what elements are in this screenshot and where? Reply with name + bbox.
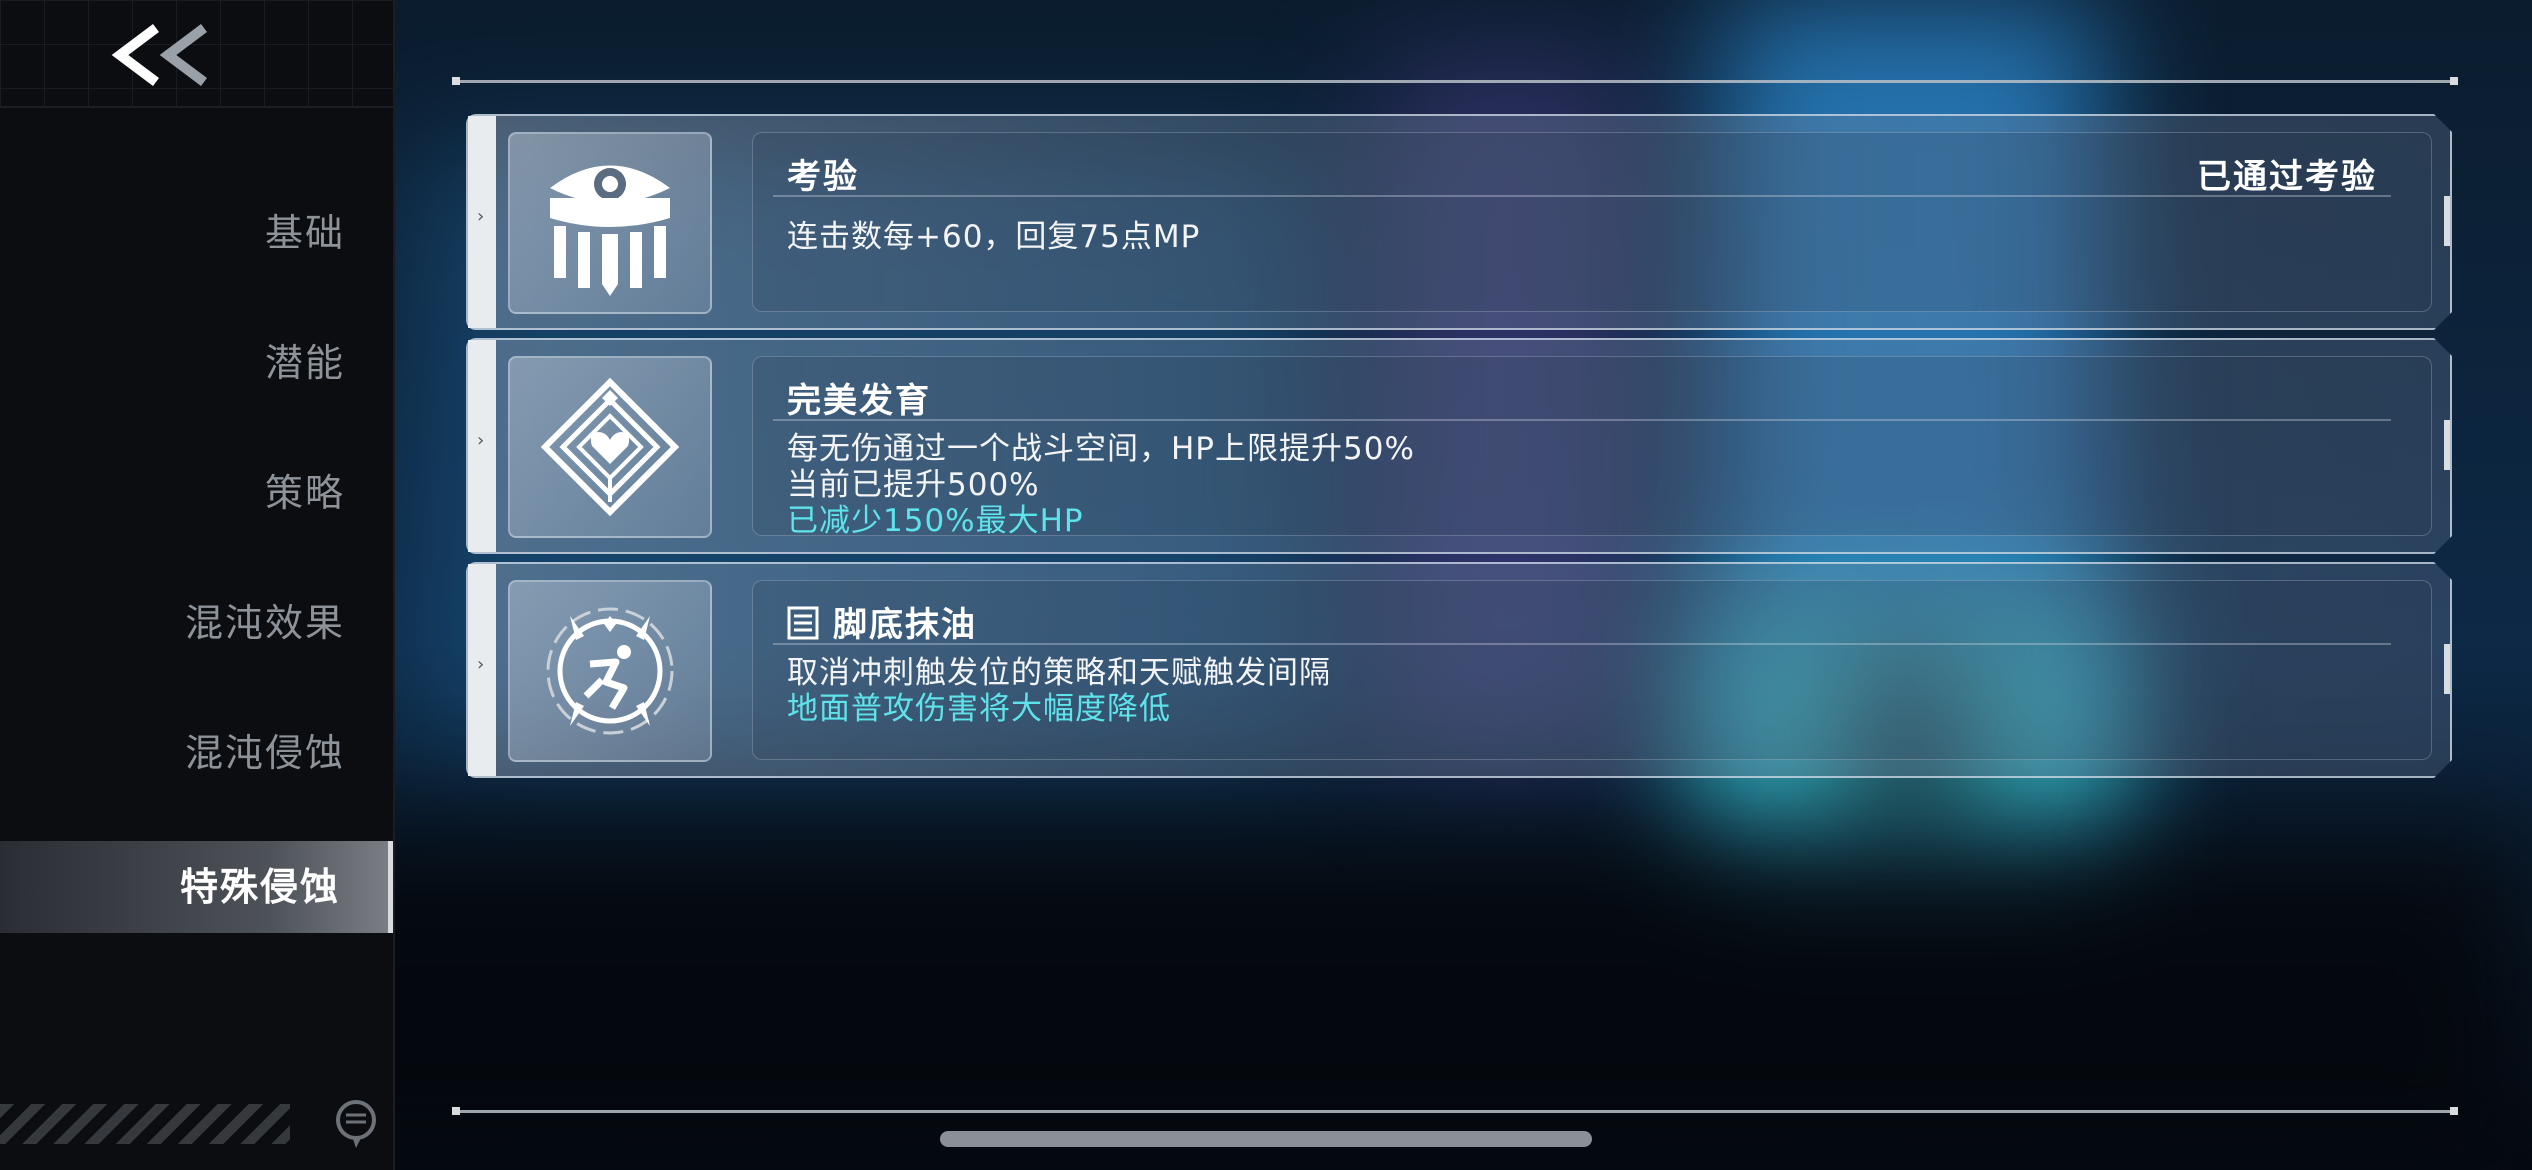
card-title: 脚底抹油 [833, 605, 977, 645]
card-body: 完美发育 每无伤通过一个战斗空间，HP上限提升50% 当前已提升500% 已减少… [752, 356, 2432, 536]
eye-crest-icon [540, 148, 680, 298]
top-frame-line [452, 77, 2458, 85]
chevron-right-icon: › [477, 430, 485, 451]
chevron-right-icon: › [477, 654, 485, 675]
card-edge-notch [2444, 196, 2450, 246]
diamond-heart-icon [540, 372, 680, 522]
home-indicator[interactable] [940, 1131, 1592, 1147]
sidebar: 基础 潜能 策略 混沌效果 混沌侵蚀 特殊侵蚀 [0, 0, 395, 1170]
dash-runner-icon [540, 596, 680, 746]
sidebar-item-chaos-erosion[interactable]: 混沌侵蚀 [185, 707, 345, 799]
sidebar-item-chaos-effect[interactable]: 混沌效果 [185, 577, 345, 669]
card-expand-tab[interactable]: › [468, 340, 496, 552]
card-title-row: 脚底抹油 [787, 597, 977, 646]
sidebar-item-special-erosion[interactable]: 特殊侵蚀 [0, 841, 393, 933]
card-body: 脚底抹油 取消冲刺触发位的策略和天赋触发间隔 地面普攻伤害将大幅度降低 [752, 580, 2432, 760]
chat-bubble-icon[interactable] [332, 1098, 380, 1150]
status-badge: 已通过考验 [2197, 157, 2377, 197]
card-title: 考验 [787, 157, 859, 197]
sidebar-item-strategy[interactable]: 策略 [265, 447, 345, 539]
card-icon-frame [508, 580, 712, 762]
card-icon-frame [508, 132, 712, 314]
card-title: 完美发育 [787, 381, 931, 421]
book-icon [787, 606, 819, 640]
double-chevron-left-icon [111, 24, 207, 86]
card-divider [773, 643, 2391, 645]
card-edge-notch [2444, 420, 2450, 470]
card-divider [773, 195, 2391, 197]
card-body: 考验 已通过考验 连击数每+60，回复75点MP [752, 132, 2432, 312]
card-icon-frame [508, 356, 712, 538]
back-button[interactable] [108, 20, 218, 90]
card-highlight: 地面普攻伤害将大幅度降低 [787, 691, 1171, 727]
card-expand-tab[interactable]: › [468, 564, 496, 776]
sidebar-item-potential[interactable]: 潜能 [265, 317, 345, 409]
card-description: 连击数每+60，回复75点MP [787, 219, 1201, 255]
erosion-card-perfect-growth[interactable]: › 完美发育 每无伤通过一个战斗空间，HP上限提升50% 当前已提升500% 已… [466, 338, 2452, 554]
erosion-card-trial[interactable]: › 考验 已通过考验 连击数每+60，回复75点MP [466, 114, 2452, 330]
decorative-stripes [0, 1104, 290, 1144]
sidebar-item-basic[interactable]: 基础 [265, 187, 345, 279]
bottom-frame-line [452, 1107, 2458, 1115]
card-edge-notch [2444, 644, 2450, 694]
chevron-right-icon: › [477, 206, 485, 227]
card-divider [773, 419, 2391, 421]
card-expand-tab[interactable]: › [468, 116, 496, 328]
card-highlight: 已减少150%最大HP [787, 503, 1084, 539]
erosion-card-slip-away[interactable]: › 脚底抹油 取消冲刺触发位的策略和天赋触发间隔 地面普攻伤害将大幅度降低 [466, 562, 2452, 778]
